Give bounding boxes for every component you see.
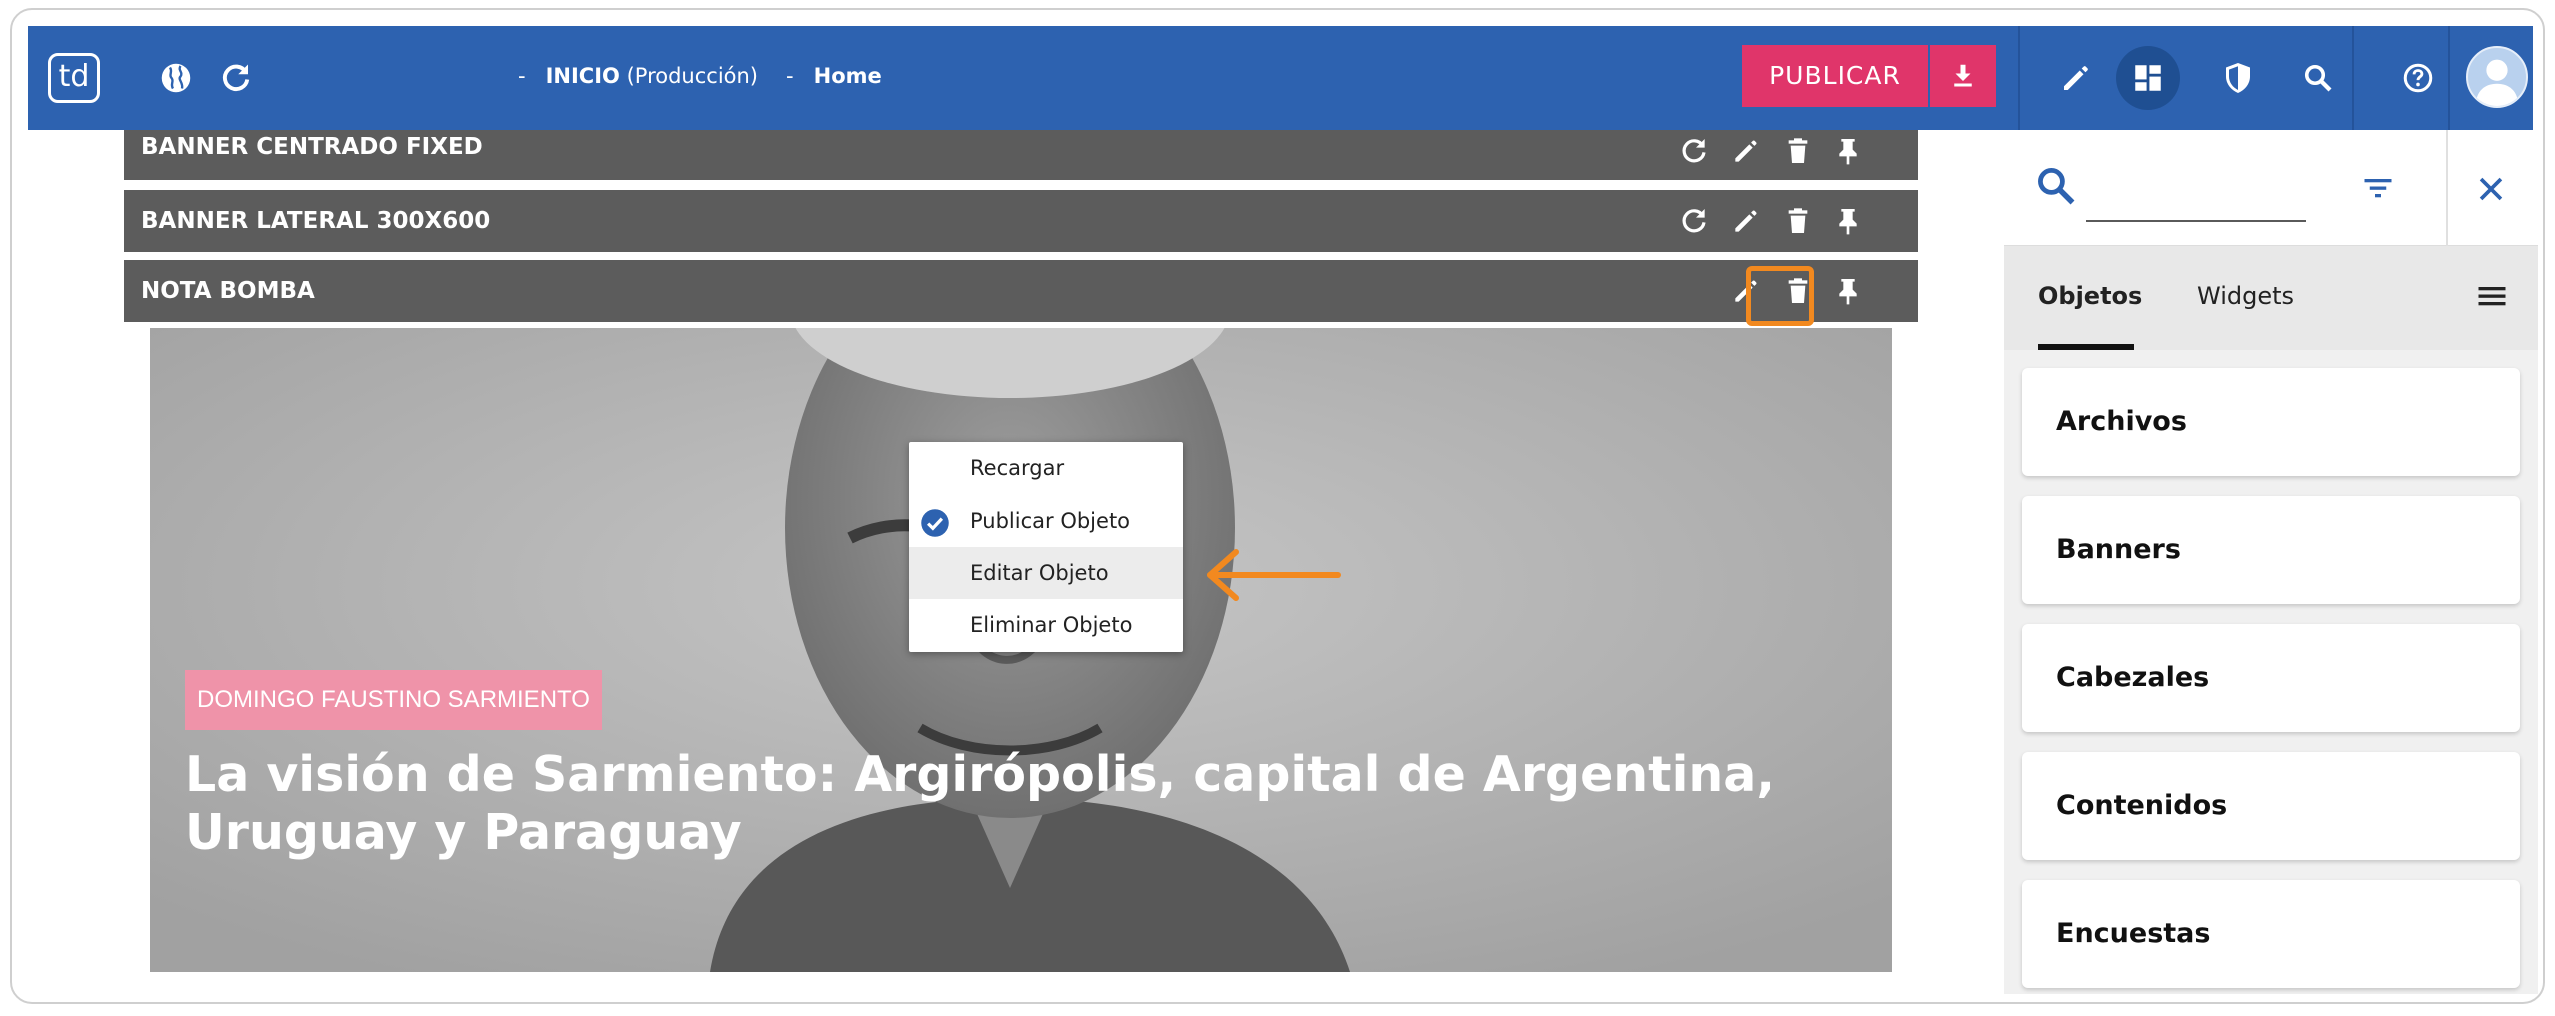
category-card-encuestas[interactable]: Encuestas bbox=[2022, 880, 2520, 988]
object-bar[interactable]: NOTA BOMBA bbox=[124, 260, 1918, 322]
object-bar[interactable]: BANNER LATERAL 300X600 bbox=[124, 190, 1918, 252]
category-card-contenidos[interactable]: Contenidos bbox=[2022, 752, 2520, 860]
shield-icon[interactable] bbox=[2220, 60, 2256, 96]
publish-button[interactable]: PUBLICAR bbox=[1742, 45, 1928, 107]
divider bbox=[2018, 26, 2020, 130]
download-icon bbox=[1954, 64, 1972, 87]
object-bar[interactable]: BANNER CENTRADO FIXED bbox=[124, 130, 1918, 180]
search-icon[interactable] bbox=[2300, 60, 2336, 96]
top-bar: td - INICIO (Producción) - Home PUBLICAR bbox=[28, 26, 2533, 130]
app-window: td - INICIO (Producción) - Home PUBLICAR bbox=[10, 8, 2545, 1004]
breadcrumb: - INICIO (Producción) - Home bbox=[518, 64, 882, 88]
panel-search-input[interactable] bbox=[2086, 170, 2306, 218]
pencil-icon[interactable] bbox=[1730, 135, 1762, 167]
search-icon[interactable] bbox=[2034, 164, 2078, 208]
search-input-underline bbox=[2086, 220, 2306, 222]
menu-item-delete-object[interactable]: Eliminar Objeto bbox=[909, 599, 1183, 651]
divider bbox=[2448, 26, 2450, 130]
pin-icon[interactable] bbox=[1832, 205, 1864, 237]
category-card-cabezales[interactable]: Cabezales bbox=[2022, 624, 2520, 732]
active-tab-indicator bbox=[2038, 344, 2134, 350]
menu-item-edit-object[interactable]: Editar Objeto bbox=[909, 547, 1183, 599]
refresh-icon[interactable] bbox=[1678, 205, 1710, 237]
object-bar-label: BANNER CENTRADO FIXED bbox=[141, 134, 483, 160]
avatar-icon bbox=[2475, 59, 2519, 106]
article-headline[interactable]: La visión de Sarmiento: Argirópolis, cap… bbox=[185, 746, 1865, 862]
menu-item-publish-object[interactable]: Publicar Objeto bbox=[909, 495, 1183, 547]
pin-icon[interactable] bbox=[1832, 135, 1864, 167]
refresh-icon[interactable] bbox=[1678, 135, 1710, 167]
refresh-icon[interactable] bbox=[218, 60, 254, 96]
publish-download-button[interactable] bbox=[1930, 45, 1996, 107]
layout-button[interactable] bbox=[2116, 46, 2180, 110]
edit-highlight-box bbox=[1746, 266, 1814, 326]
trash-icon[interactable] bbox=[1782, 135, 1814, 167]
breadcrumb-sep: - bbox=[786, 64, 794, 88]
panel-tabs: Objetos Widgets bbox=[2004, 246, 2538, 350]
objects-panel: Objetos Widgets Archivos Banners Cabezal… bbox=[2004, 130, 2538, 994]
check-icon bbox=[921, 509, 949, 537]
breadcrumb-env: (Producción) bbox=[626, 64, 759, 88]
dashboard-icon bbox=[2135, 65, 2161, 91]
arrow-left-icon bbox=[1207, 549, 1341, 601]
divider bbox=[2446, 130, 2448, 246]
object-bar-label: BANNER LATERAL 300X600 bbox=[141, 208, 491, 234]
menu-item-reload[interactable]: Recargar bbox=[909, 442, 1183, 494]
menu-item-label: Publicar Objeto bbox=[970, 509, 1131, 533]
category-card-archivos[interactable]: Archivos bbox=[2022, 368, 2520, 476]
breadcrumb-page[interactable]: Home bbox=[814, 64, 882, 88]
filter-icon[interactable] bbox=[2360, 170, 2396, 206]
breadcrumb-section[interactable]: INICIO bbox=[546, 64, 620, 88]
pencil-icon[interactable] bbox=[1730, 205, 1762, 237]
menu-icon[interactable] bbox=[2474, 278, 2510, 314]
user-avatar[interactable] bbox=[2466, 46, 2528, 108]
divider bbox=[2352, 26, 2354, 130]
article-tag[interactable]: DOMINGO FAUSTINO SARMIENTO bbox=[185, 670, 602, 730]
menu-item-label: Eliminar Objeto bbox=[970, 613, 1133, 637]
td-logo[interactable]: td bbox=[48, 53, 100, 103]
context-menu: Recargar Publicar Objeto Editar Objeto E… bbox=[909, 442, 1183, 652]
category-card-banners[interactable]: Banners bbox=[2022, 496, 2520, 604]
tab-widgets[interactable]: Widgets bbox=[2197, 282, 2294, 310]
pin-icon[interactable] bbox=[1832, 275, 1864, 307]
object-bar-label: NOTA BOMBA bbox=[141, 278, 315, 304]
close-icon[interactable] bbox=[2474, 172, 2508, 206]
breadcrumb-sep: - bbox=[518, 64, 526, 88]
menu-item-label: Editar Objeto bbox=[970, 561, 1109, 585]
tab-objetos[interactable]: Objetos bbox=[2038, 282, 2142, 310]
pencil-icon[interactable] bbox=[2058, 60, 2094, 96]
menu-item-label: Recargar bbox=[970, 456, 1065, 480]
panel-search-bar bbox=[2004, 130, 2538, 246]
globe-icon[interactable] bbox=[158, 60, 194, 96]
help-icon[interactable] bbox=[2400, 60, 2436, 96]
trash-icon[interactable] bbox=[1782, 205, 1814, 237]
